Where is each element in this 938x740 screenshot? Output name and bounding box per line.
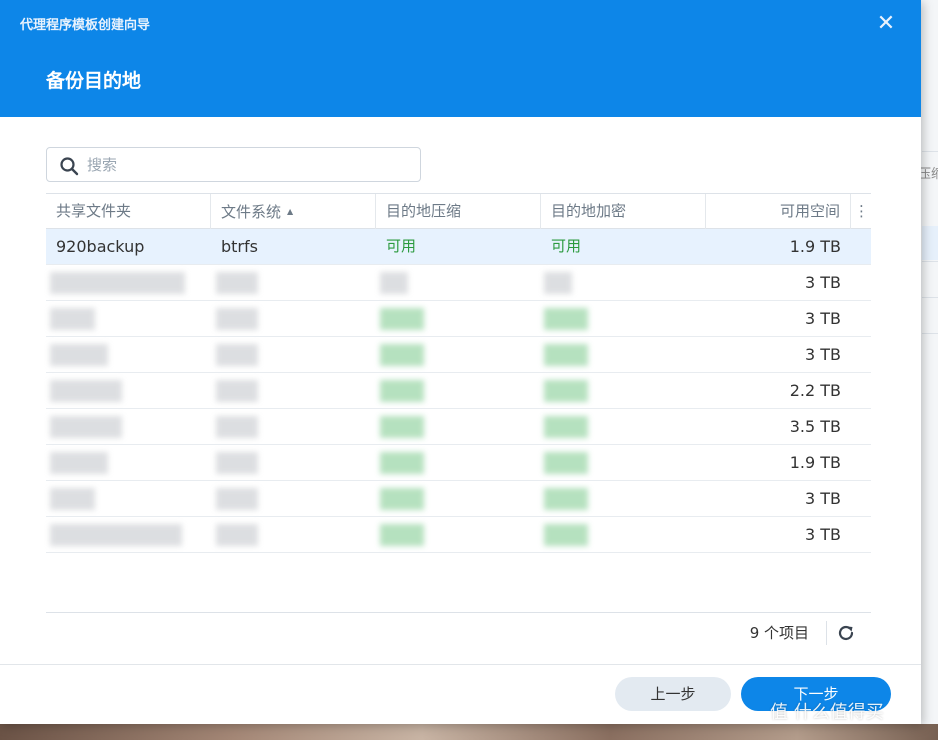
redacted-fs (216, 272, 258, 294)
table-row[interactable]: 3 TB (46, 337, 871, 373)
item-count: 9 个项目 (749, 624, 809, 642)
column-header-label: 共享文件夹 (56, 202, 132, 220)
column-header-filesystem[interactable]: 文件系统 ▲ (211, 194, 376, 229)
watermark: 值 什么值得买 (770, 702, 884, 723)
redacted-compression (380, 416, 424, 438)
footer-divider (826, 621, 827, 645)
redacted-fs (216, 524, 258, 546)
cell-free-space: 3.5 TB (789, 417, 841, 436)
refresh-icon[interactable] (834, 621, 858, 645)
close-icon: ✕ (876, 11, 896, 36)
column-header-label: 可用空间 (779, 202, 840, 220)
redacted-name (50, 344, 108, 366)
column-header-label: 目的地压缩 (386, 202, 462, 220)
table-row[interactable]: 3.5 TB (46, 409, 871, 445)
dialog-header: 代理程序模板创建向导 ✕ 备份目的地 (0, 0, 921, 117)
redacted-fs (216, 452, 258, 474)
column-header-dest-encryption[interactable]: 目的地加密 (541, 194, 706, 229)
background-divider (922, 151, 938, 152)
previous-step-button[interactable]: 上一步 (615, 677, 731, 711)
table-row[interactable]: 3 TB (46, 517, 871, 553)
redacted-fs (216, 416, 258, 438)
table-row[interactable]: 2.2 TB (46, 373, 871, 409)
cell-free-space: 3 TB (804, 273, 841, 292)
redacted-encryption (544, 272, 572, 294)
redacted-fs (216, 344, 258, 366)
column-menu-icon[interactable]: ⋮ (852, 194, 871, 229)
cell-free-space: 3 TB (804, 489, 841, 508)
redacted-encryption (544, 488, 588, 510)
redacted-encryption (544, 308, 588, 330)
redacted-name (50, 488, 95, 510)
column-header-shared-folder[interactable]: 共享文件夹 (46, 194, 211, 229)
grid-header: 共享文件夹 文件系统 ▲ 目的地压缩 目的地加密 可用空间 ⋮ (46, 194, 871, 229)
redacted-name (50, 524, 182, 546)
redacted-compression (380, 308, 424, 330)
cell-free-space: 3 TB (804, 345, 841, 364)
grid-rows: 920backup btrfs 可用 可用 1.9 TB 3 TB 3 TB 3… (46, 229, 871, 553)
redacted-compression (380, 524, 424, 546)
agent-template-wizard-dialog: 代理程序模板创建向导 ✕ 备份目的地 共享文件夹 文件系统 ▲ 目的地压缩 目的地… (0, 0, 921, 724)
grid-footer: 9 个项目 (46, 612, 871, 652)
redacted-name (50, 452, 108, 474)
search-icon (60, 157, 79, 176)
cell-free-space: 3 TB (804, 309, 841, 328)
redacted-encryption (544, 452, 588, 474)
search-box[interactable] (46, 147, 421, 182)
background-text-fragment: 压缩 (918, 167, 938, 182)
redacted-fs (216, 308, 258, 330)
redacted-compression (380, 344, 424, 366)
redacted-fs (216, 488, 258, 510)
redacted-name (50, 380, 122, 402)
redacted-encryption (544, 344, 588, 366)
cell-dest-compression: 可用 (386, 237, 417, 255)
column-header-label: 文件系统 (221, 203, 282, 221)
background-selected-row (922, 226, 938, 260)
column-header-dest-compression[interactable]: 目的地压缩 (376, 194, 541, 229)
step-title: 备份目的地 (46, 70, 142, 92)
cell-dest-encryption: 可用 (551, 237, 582, 255)
redacted-encryption (544, 524, 588, 546)
sort-asc-icon: ▲ (287, 207, 294, 216)
cell-shared-folder: 920backup (56, 237, 145, 256)
redacted-encryption (544, 380, 588, 402)
redacted-compression (380, 488, 424, 510)
dialog-title: 代理程序模板创建向导 (20, 18, 151, 33)
cell-free-space: 1.9 TB (789, 237, 841, 256)
cell-free-space: 2.2 TB (789, 381, 841, 400)
redacted-compression (380, 380, 424, 402)
cell-free-space: 3 TB (804, 525, 841, 544)
table-row[interactable]: 3 TB (46, 481, 871, 517)
background-divider (922, 333, 938, 334)
table-row[interactable]: 1.9 TB (46, 445, 871, 481)
table-row[interactable]: 3 TB (46, 301, 871, 337)
background-divider (922, 297, 938, 298)
background-divider (922, 261, 938, 262)
search-input[interactable] (87, 154, 407, 176)
redacted-name (50, 416, 122, 438)
table-row[interactable]: 920backup btrfs 可用 可用 1.9 TB (46, 229, 871, 265)
redacted-name (50, 308, 95, 330)
redacted-fs (216, 380, 258, 402)
redacted-name (50, 272, 185, 294)
close-button[interactable]: ✕ (872, 10, 900, 38)
cell-filesystem: btrfs (221, 237, 258, 256)
redacted-encryption (544, 416, 588, 438)
column-header-free-space[interactable]: 可用空间 (706, 194, 851, 229)
redacted-compression (380, 272, 408, 294)
table-row[interactable]: 3 TB (46, 265, 871, 301)
cell-free-space: 1.9 TB (789, 453, 841, 472)
shared-folder-grid: 共享文件夹 文件系统 ▲ 目的地压缩 目的地加密 可用空间 ⋮ 920backup… (46, 193, 871, 651)
redacted-compression (380, 452, 424, 474)
column-header-label: 目的地加密 (551, 202, 627, 220)
